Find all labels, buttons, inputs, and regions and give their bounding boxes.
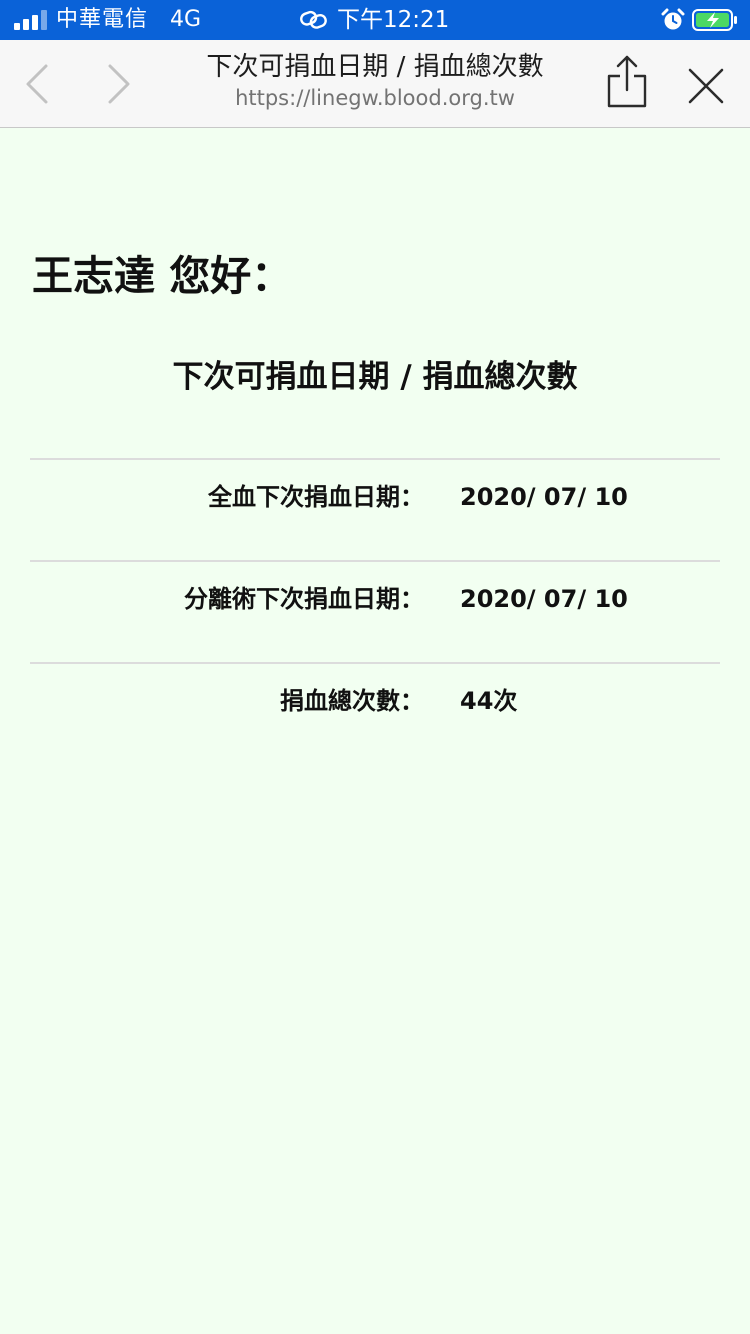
row-label: 捐血總次數： — [280, 687, 424, 715]
info-row-total-donations: 捐血總次數： 44次 — [30, 662, 720, 764]
donation-info-table: 全血下次捐血日期： 2020/ 07/ 10 分離術下次捐血日期： 2020/ … — [30, 458, 720, 764]
network-type: 4G — [170, 7, 202, 32]
alarm-clock-icon — [661, 8, 685, 30]
share-icon[interactable] — [603, 54, 651, 112]
nav-title-block: 下次可捐血日期 / 捐血總次數 https://linegw.blood.org… — [160, 50, 590, 112]
row-value: 2020/ 07/ 10 — [460, 483, 628, 511]
carrier-name: 中華電信 — [56, 7, 149, 32]
back-arrow-icon[interactable] — [20, 62, 56, 106]
browser-nav-bar: 下次可捐血日期 / 捐血總次數 https://linegw.blood.org… — [0, 40, 750, 128]
close-icon[interactable] — [684, 64, 728, 108]
page-heading: 下次可捐血日期 / 捐血總次數 — [172, 359, 578, 395]
battery-charging-icon — [692, 9, 737, 31]
page-url: https://linegw.blood.org.tw — [235, 86, 515, 110]
forward-arrow-icon[interactable] — [100, 62, 136, 106]
clock-time: 下午12:21 — [337, 7, 450, 33]
row-label: 分離術下次捐血日期： — [184, 585, 424, 613]
row-value: 2020/ 07/ 10 — [460, 585, 628, 613]
row-value: 44次 — [460, 687, 518, 715]
signal-strength-icon — [14, 10, 47, 30]
greeting: 王志達 您好： — [32, 252, 293, 300]
row-label: 全血下次捐血日期： — [208, 483, 424, 511]
info-row-apheresis-date: 分離術下次捐血日期： 2020/ 07/ 10 — [30, 560, 720, 662]
status-bar: 中華電信 4G 下午12:21 — [0, 0, 750, 40]
page-title: 下次可捐血日期 / 捐血總次數 — [206, 52, 544, 82]
link-icon — [300, 10, 327, 29]
info-row-whole-blood-date: 全血下次捐血日期： 2020/ 07/ 10 — [30, 458, 720, 560]
